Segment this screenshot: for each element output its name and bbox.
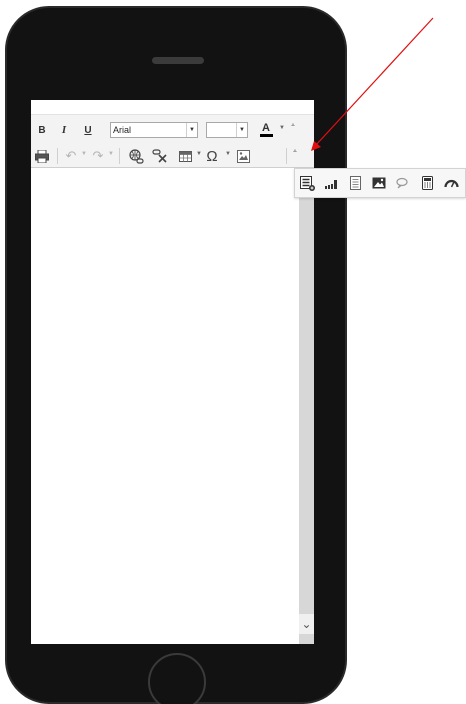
special-character-dropdown-icon[interactable]: ▼ [225,151,231,157]
signal-bars-icon[interactable] [323,175,339,191]
table-dropdown-icon[interactable]: ▼ [196,151,202,157]
phone-screen: B I U Arial ▼ ▼ A ▼ ⩡ ↶ ▼ ↷ ▼ ▼ Ω ▼ ⩡ ⌄ [31,100,314,644]
font-color-dropdown-icon[interactable]: ▼ [279,125,285,131]
italic-button[interactable]: I [57,120,71,140]
scroll-down-button[interactable]: ⌄ [299,614,314,634]
chevron-down-icon: ▼ [236,123,247,137]
toolbar-separator [57,148,58,164]
table-icon[interactable] [177,146,193,166]
home-button[interactable] [148,653,206,704]
font-size-select[interactable]: ▼ [206,122,248,138]
editor-toolbar: B I U Arial ▼ ▼ A ▼ ⩡ ↶ ▼ ↷ ▼ ▼ Ω ▼ ⩡ [31,114,314,168]
stage: B I U Arial ▼ ▼ A ▼ ⩡ ↶ ▼ ↷ ▼ ▼ Ω ▼ ⩡ ⌄ [0,0,466,704]
phone-speaker [152,57,204,64]
bold-button[interactable]: B [35,120,49,140]
chevron-down-icon: ⌄ [301,617,312,631]
insert-image-icon[interactable] [234,146,252,166]
gauge-icon[interactable] [443,175,459,191]
image-icon[interactable] [371,175,387,191]
toolbar-row-insert: ↶ ▼ ↷ ▼ ▼ Ω ▼ ⩡ [31,143,314,169]
toolbar-separator [119,148,120,164]
insert-list-icon[interactable] [299,175,315,191]
undo-icon[interactable]: ↶ [64,146,78,166]
font-color-letter: A [262,122,270,134]
toolbar-row-formatting: B I U Arial ▼ ▼ A ▼ ⩡ [31,117,314,143]
special-character-icon[interactable]: Ω [203,146,221,166]
editor-content-area[interactable] [31,168,299,644]
font-family-select[interactable]: Arial ▼ [110,122,198,138]
link-icon[interactable] [395,175,411,191]
redo-icon[interactable]: ↷ [91,146,105,166]
redo-dropdown-icon[interactable]: ▼ [108,151,114,157]
calculator-icon[interactable] [419,175,435,191]
font-color-swatch [259,134,273,137]
row1-more-icon[interactable]: ⩡ [291,122,295,130]
chevron-down-icon: ▼ [186,123,197,137]
vertical-scrollbar[interactable] [299,168,314,644]
more-tools-button[interactable]: ⩡ [293,148,297,156]
remove-link-icon[interactable] [151,146,169,166]
undo-dropdown-icon[interactable]: ▼ [81,151,87,157]
underline-button[interactable]: U [81,120,95,140]
document-icon[interactable] [347,175,363,191]
font-color-button[interactable]: A [257,120,275,140]
overflow-toolbar-popup [294,168,466,198]
print-icon[interactable] [33,146,51,166]
toolbar-separator [286,148,287,164]
insert-link-icon[interactable] [127,146,145,166]
font-family-value: Arial [113,125,132,135]
